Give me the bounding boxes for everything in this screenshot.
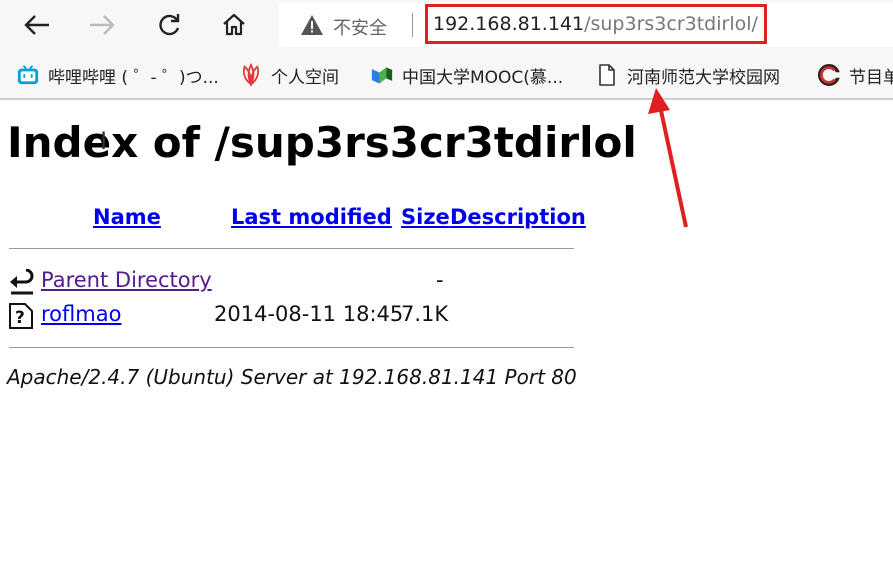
annotation-arrow-icon bbox=[648, 88, 688, 228]
